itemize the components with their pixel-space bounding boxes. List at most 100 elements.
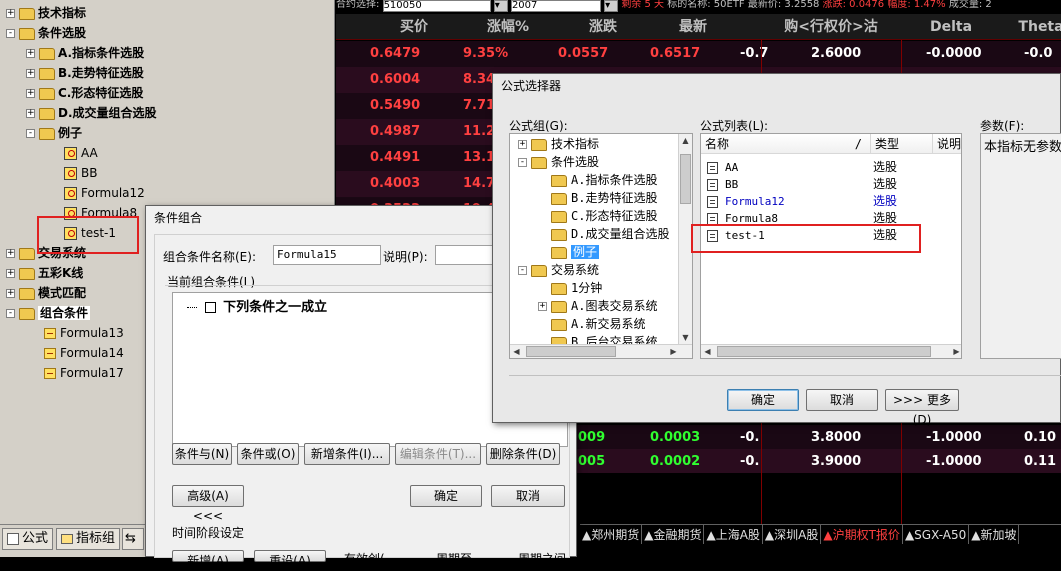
expand-toggle-icon[interactable]: + [538, 302, 547, 311]
condition-root[interactable]: 下列条件之一成立 [187, 296, 327, 315]
market-tab[interactable]: ▲上海A股 [704, 525, 763, 544]
expand-toggle-icon[interactable]: - [518, 158, 527, 167]
col-header-last[interactable]: 最新 [648, 14, 738, 40]
formula-list-item[interactable]: Formula8 选股 [701, 210, 961, 227]
col-header-theta[interactable]: Theta [1001, 14, 1061, 40]
time-add-button[interactable]: 新增(A) [172, 550, 244, 568]
formula-group-node[interactable]: 例子 [538, 243, 600, 261]
formula-more-button[interactable]: >>> 更多(D) [885, 389, 959, 427]
formula-list[interactable]: 名称 / 类型 说明 AA 选股 BB 选股 Formula12 选股 Formula8 选股 t… [700, 133, 962, 359]
month-dropdown-icon[interactable]: ▾ [604, 0, 619, 12]
market-tab[interactable]: ▲沪期权T报价 [821, 525, 903, 544]
formula-dialog-title[interactable]: 公式选择器 [493, 74, 1060, 100]
formula-list-item[interactable]: AA 选股 [701, 159, 961, 176]
tree-node[interactable]: - 组合条件 [6, 303, 91, 323]
formula-list-item[interactable]: Formula12 选股 [701, 193, 961, 210]
col-header-delta[interactable]: Delta [901, 14, 1001, 40]
expand-toggle-icon[interactable]: + [6, 9, 15, 18]
expand-toggle-icon[interactable]: + [518, 140, 527, 149]
market-tab[interactable]: ▲深圳A股 [763, 525, 822, 544]
tree-node[interactable]: Formula13 [26, 323, 124, 343]
tree-node[interactable]: - 例子 [26, 123, 82, 143]
cond-and-button[interactable]: 条件与(N) [172, 443, 232, 465]
formula-cancel-button[interactable]: 取消 [806, 389, 878, 411]
market-tab[interactable]: ▲金融期货 [642, 525, 705, 544]
tree-node[interactable]: + C.形态特征选股 [26, 83, 143, 103]
expand-toggle-icon[interactable]: + [26, 89, 35, 98]
advanced-button[interactable]: 高级(A) <<< [172, 485, 244, 523]
group-scroll-up-icon[interactable]: ▲ [679, 134, 692, 147]
delete-condition-button[interactable]: 删除条件(D) [486, 443, 560, 465]
tree-node[interactable]: + B.走势特征选股 [26, 63, 144, 83]
formula-group-tree[interactable]: + 技术指标 - 条件选股 A.指标条件选股 B.走势特征选股 C.形态特征选股 D.成交量组… [509, 133, 693, 359]
group-scroll-left-icon[interactable]: ◀ [510, 345, 523, 358]
formula-group-node[interactable]: 1分钟 [538, 279, 602, 297]
market-tab[interactable]: ▲SGX-A50 [903, 525, 970, 544]
underlying-dropdown-icon[interactable]: ▾ [493, 0, 508, 12]
formula-group-node[interactable]: A.新交易系统 [538, 315, 645, 333]
tab-indicator-group[interactable]: 指标组 [56, 528, 121, 550]
tree-node[interactable]: Formula8 [46, 203, 137, 223]
tree-node[interactable]: - 条件选股 [6, 23, 86, 43]
tree-node[interactable]: BB [46, 163, 97, 183]
list-hscroll[interactable]: ◀ ▶ [701, 344, 961, 358]
group-scroll-down-icon[interactable]: ▼ [679, 331, 692, 344]
tab-more[interactable]: ⇆ [122, 528, 144, 550]
underlying-select[interactable]: 510050 [382, 0, 491, 12]
formula-group-node[interactable]: + 技术指标 [518, 135, 599, 153]
tree-node[interactable]: + 五彩K线 [6, 263, 83, 283]
formula-group-node[interactable]: - 条件选股 [518, 153, 599, 171]
group-scroll-thumb[interactable] [680, 154, 691, 204]
expand-toggle-icon[interactable]: + [6, 269, 15, 278]
expand-toggle-icon[interactable]: + [26, 109, 35, 118]
tree-node[interactable]: + A.指标条件选股 [26, 43, 144, 63]
tree-node[interactable]: Formula12 [46, 183, 145, 203]
expand-toggle-icon[interactable]: + [6, 249, 15, 258]
tree-node[interactable]: AA [46, 143, 98, 163]
formula-group-node[interactable]: B.走势特征选股 [538, 189, 657, 207]
formula-ok-button[interactable]: 确定 [727, 389, 799, 411]
group-vscroll[interactable]: ▲ ▼ [678, 134, 692, 344]
expand-toggle-icon[interactable]: + [26, 69, 35, 78]
edit-condition-button[interactable]: 编辑条件(T)... [395, 443, 481, 465]
tree-node[interactable]: + 交易系统 [6, 243, 86, 263]
list-hscroll-thumb[interactable] [717, 346, 931, 357]
formula-group-node[interactable]: C.形态特征选股 [538, 207, 657, 225]
tree-node[interactable]: test-1 [46, 223, 116, 243]
formula-group-node[interactable]: A.指标条件选股 [538, 171, 657, 189]
expand-toggle-icon[interactable]: - [26, 129, 35, 138]
col-header-pct[interactable]: 涨幅% [458, 14, 558, 40]
col-header-buy[interactable]: 买价 [370, 14, 458, 40]
time-reset-button[interactable]: 重设(A) [254, 550, 326, 568]
formula-group-node[interactable]: + A.图表交易系统 [538, 297, 657, 315]
expand-toggle-icon[interactable]: - [6, 309, 15, 318]
list-scroll-left-icon[interactable]: ◀ [701, 345, 714, 358]
list-header-type[interactable]: 类型 [871, 134, 933, 154]
combo-name-input[interactable]: Formula15 [273, 245, 381, 265]
expand-toggle-icon[interactable]: + [6, 289, 15, 298]
formula-list-item[interactable]: test-1 选股 [701, 227, 961, 244]
group-hscroll[interactable]: ◀ ▶ [510, 344, 692, 358]
tree-node[interactable]: + 技术指标 [6, 3, 86, 23]
col-header-change[interactable]: 涨跌 [558, 14, 648, 40]
formula-group-node[interactable]: - 交易系统 [518, 261, 599, 279]
month-select[interactable]: 2007 [510, 0, 601, 12]
tab-formula[interactable]: 公式 [2, 528, 54, 550]
list-scroll-right-icon[interactable]: ▶ [950, 345, 961, 358]
quote-row[interactable]: 0.6479 9.35% 0.0557 0.6517 -0.7 2.6000 -0.0000… [336, 41, 1061, 67]
combo-ok-button[interactable]: 确定 [410, 485, 482, 507]
expand-toggle-icon[interactable]: - [518, 266, 527, 275]
market-tab[interactable]: ▲郑州期货 [580, 525, 643, 544]
expand-toggle-icon[interactable]: - [6, 29, 15, 38]
tree-node[interactable]: + D.成交量组合选股 [26, 103, 157, 123]
market-tab[interactable]: ▲新加坡 [969, 525, 1020, 544]
tree-node[interactable]: Formula14 [26, 343, 124, 363]
list-header-desc[interactable]: 说明 [933, 134, 961, 154]
col-header-strike[interactable]: 购<行权价>沽 [761, 14, 901, 40]
list-header-name[interactable]: 名称 / [701, 134, 871, 154]
group-hscroll-thumb[interactable] [526, 346, 616, 357]
cond-or-button[interactable]: 条件或(O) [237, 443, 299, 465]
expand-toggle-icon[interactable]: + [26, 49, 35, 58]
group-scroll-right-icon[interactable]: ▶ [667, 345, 680, 358]
formula-group-node[interactable]: D.成交量组合选股 [538, 225, 669, 243]
